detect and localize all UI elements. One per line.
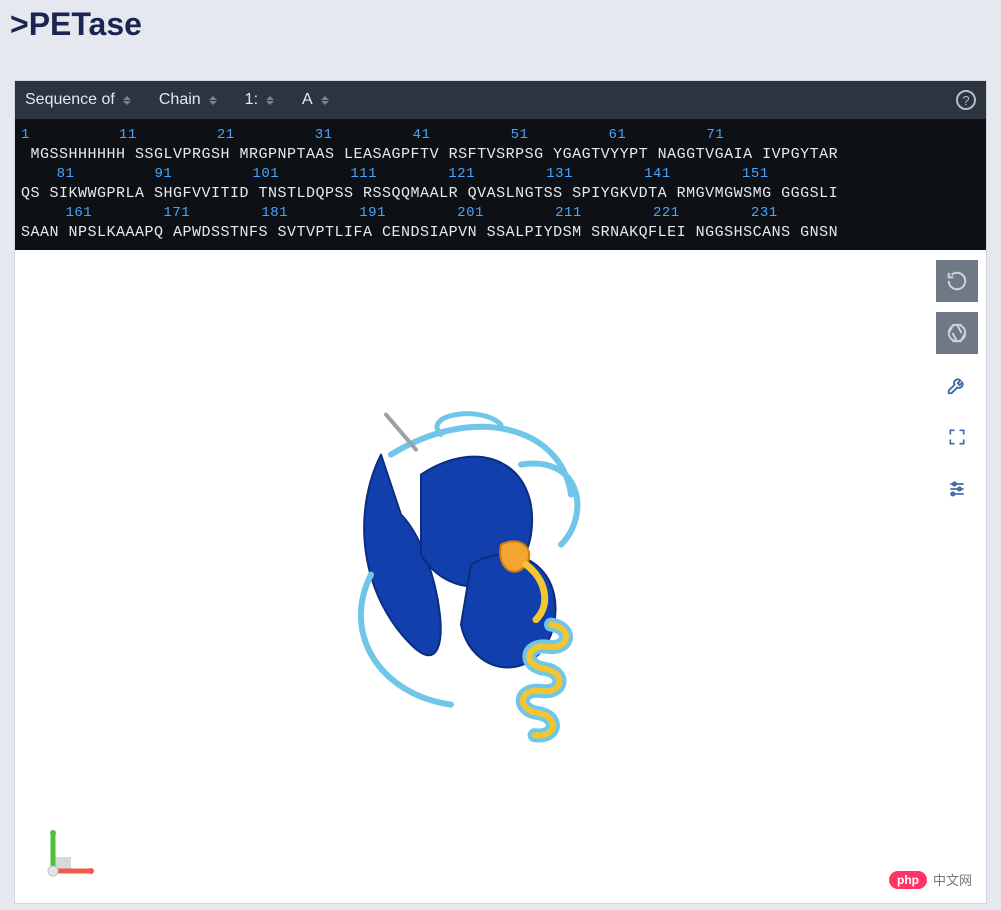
molstar-panel: Sequence of Chain 1: A ? 1 11 21 31 41 5… — [14, 80, 987, 904]
sequence-row-2[interactable]: QS SIKWWGPRLA SHGFVVITID TNSTLDQPSS RSSQ… — [21, 185, 886, 202]
sequence-row-1[interactable]: MGSSHHHHHH SSGLVPRGSH MRGPNPTAAS LEASAGP… — [21, 146, 867, 163]
watermark-text: 中文网 — [933, 870, 972, 889]
toolbar-sort-icon[interactable] — [123, 93, 133, 107]
fullscreen-button[interactable] — [936, 416, 978, 458]
axes-gizmo[interactable] — [33, 819, 103, 889]
structure-3d-viewer[interactable]: php 中文网 — [15, 250, 986, 903]
site-watermark: php 中文网 — [889, 870, 972, 889]
toolbar-sort-icon[interactable] — [321, 93, 331, 107]
toolbar-label-chain: Chain — [159, 91, 201, 109]
sequence-viewer[interactable]: 1 11 21 31 41 51 61 71 MGSSHHHHHH SSGLVP… — [15, 119, 986, 250]
sequence-row-3[interactable]: SAAN NPSLKAAAPQ APWDSSTNFS SVTVPTLIFA CE… — [21, 224, 905, 241]
sequence-ruler-row1: 1 11 21 31 41 51 61 71 — [21, 127, 804, 143]
settings-button[interactable] — [936, 364, 978, 406]
aperture-icon — [946, 322, 968, 344]
sliders-icon — [947, 479, 967, 499]
sequence-ruler-row3: 161 171 181 191 201 211 221 231 — [21, 205, 849, 221]
toolbar-sort-icon[interactable] — [266, 93, 276, 107]
sequence-toolbar: Sequence of Chain 1: A ? — [15, 81, 986, 119]
page-title: >PETase — [0, 0, 1001, 61]
expand-icon — [947, 427, 967, 447]
toolbar-label-sequence: Sequence of — [25, 91, 115, 109]
watermark-bubble: php — [889, 871, 927, 889]
wrench-icon — [946, 374, 968, 396]
refresh-icon — [946, 270, 968, 292]
reset-view-button[interactable] — [936, 260, 978, 302]
toolbar-label-model: 1: — [245, 91, 258, 109]
toolbar-label-chainid: A — [302, 91, 313, 109]
toolbar-sort-icon[interactable] — [209, 93, 219, 107]
viewer-toolbar — [936, 260, 978, 510]
controls-button[interactable] — [936, 468, 978, 510]
help-icon[interactable]: ? — [956, 90, 976, 110]
sequence-ruler-row2: 81 91 101 111 121 131 141 151 — [21, 166, 840, 182]
screenshot-button[interactable] — [936, 312, 978, 354]
protein-structure[interactable] — [321, 394, 681, 774]
